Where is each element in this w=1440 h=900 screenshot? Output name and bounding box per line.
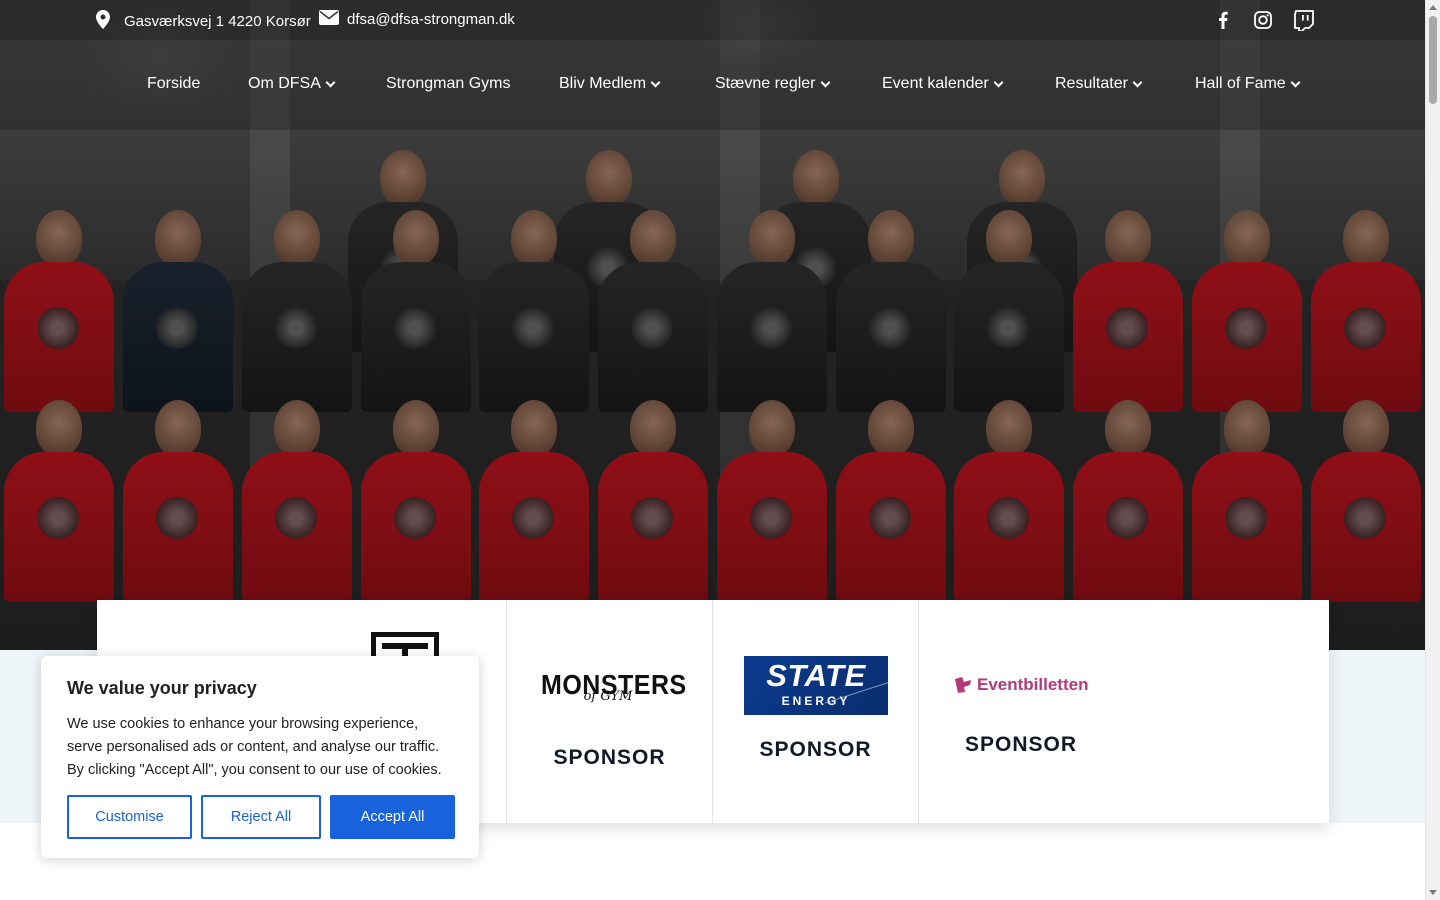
nav-item-label: Bliv Medlem xyxy=(559,75,647,92)
instagram-icon[interactable] xyxy=(1251,8,1275,32)
nav-item-staevne-regler[interactable]: Stævne regler xyxy=(715,75,830,93)
cookie-title: We value your privacy xyxy=(67,678,257,698)
address-info: Gasværksvej 1 4220 Korsør xyxy=(96,10,311,33)
sponsor-title: SPONSOR xyxy=(759,738,872,761)
nav-item-label: Stævne regler xyxy=(715,75,816,92)
nav-item-strongman-gyms[interactable]: Strongman Gyms xyxy=(386,75,510,93)
nav-item-event-kalender[interactable]: Event kalender xyxy=(882,75,1004,93)
nav-item-label: Forside xyxy=(147,75,201,92)
sponsor-title: SPONSOR xyxy=(964,733,1078,756)
chevron-down-icon xyxy=(820,77,830,87)
top-info-bar: Gasværksvej 1 4220 Korsør dfsa@dfsa-stro… xyxy=(0,0,1425,40)
nav-item-label: Resultater xyxy=(1055,75,1128,92)
sponsor-card-state[interactable]: STATE ENERGY SPONSOR xyxy=(713,600,919,823)
nav-item-label: Hall of Fame xyxy=(1195,75,1286,92)
sponsor-card-monsters[interactable]: MONSTERS of GYM SPONSOR xyxy=(507,600,713,823)
facebook-icon[interactable] xyxy=(1211,8,1235,32)
chevron-down-icon xyxy=(650,77,661,87)
chevron-down-icon xyxy=(1290,77,1301,87)
sponsor-title: SPONSOR xyxy=(553,746,666,769)
cookie-consent-banner: We value your privacy We use cookies to … xyxy=(41,656,479,858)
nav-item-bliv-medlem[interactable]: Bliv Medlem xyxy=(559,75,661,93)
nav-item-om-dfsa[interactable]: Om DFSA xyxy=(248,75,336,93)
twitch-icon[interactable] xyxy=(1292,8,1316,32)
nav-item-resultater[interactable]: Resultater xyxy=(1055,75,1143,93)
nav-item-label: Strongman Gyms xyxy=(386,75,511,92)
email-info[interactable]: dfsa@dfsa-strongman.dk xyxy=(319,10,515,29)
chevron-down-icon xyxy=(1132,77,1143,87)
reject-all-button[interactable]: Reject All xyxy=(201,795,321,839)
scroll-up-arrow-icon[interactable] xyxy=(1429,5,1437,10)
nav-item-forside[interactable]: Forside xyxy=(147,75,200,93)
nav-item-label: Om DFSA xyxy=(248,75,321,92)
ticket-icon xyxy=(955,677,971,693)
monsters-of-gym-logo: MONSTERS of GYM xyxy=(541,669,687,704)
envelope-icon xyxy=(319,10,339,29)
address-text: Gasværksvej 1 4220 Korsør xyxy=(124,13,311,30)
scroll-down-arrow-icon[interactable] xyxy=(1429,890,1437,895)
state-energy-logo: STATE ENERGY xyxy=(744,656,888,715)
sponsor-card-eventbilletten[interactable]: Eventbilletten SPONSOR xyxy=(919,600,1329,823)
cookie-buttons: Customise Reject All Accept All xyxy=(67,795,455,839)
chevron-down-icon xyxy=(325,77,336,87)
main-navigation: Forside Om DFSA Strongman Gyms Bliv Medl… xyxy=(0,40,1425,130)
email-link[interactable]: dfsa@dfsa-strongman.dk xyxy=(347,11,515,28)
scrollbar-thumb[interactable] xyxy=(1429,16,1437,104)
nav-item-hall-of-fame[interactable]: Hall of Fame xyxy=(1195,75,1301,93)
accept-all-button[interactable]: Accept All xyxy=(330,795,455,839)
cookie-description: We use cookies to enhance your browsing … xyxy=(67,716,442,778)
chevron-down-icon xyxy=(993,77,1004,87)
page-scrollbar[interactable] xyxy=(1425,0,1440,900)
customise-button[interactable]: Customise xyxy=(67,795,192,839)
map-pin-icon xyxy=(96,10,110,33)
eventbilletten-logo: Eventbilletten xyxy=(949,660,1093,710)
nav-item-label: Event kalender xyxy=(882,75,989,92)
